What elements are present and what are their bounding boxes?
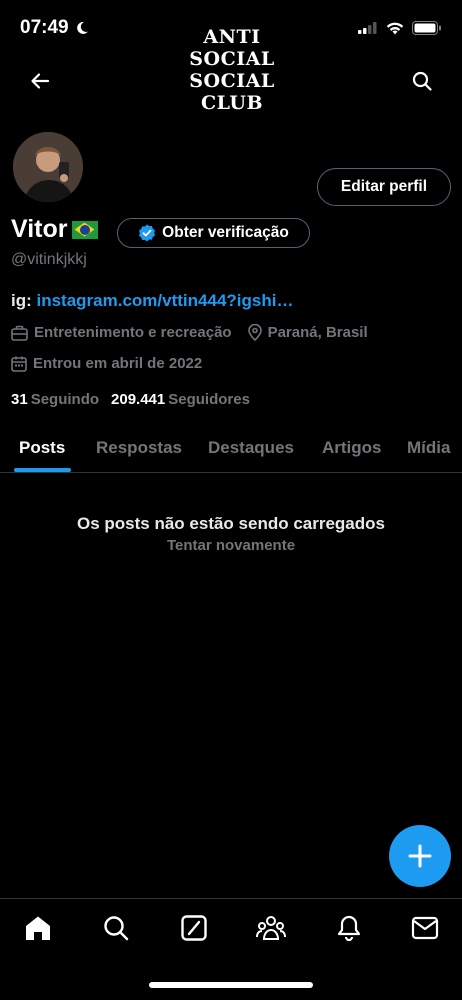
banner-logo-line: SOCIAL [189,70,275,92]
wifi-icon [386,22,404,34]
follow-counts: 31 Seguindo 209.441 Seguidores [11,391,250,408]
tab-highlights[interactable]: Destaques [208,423,294,473]
get-verified-label: Obter verificação [162,224,289,241]
empty-state-title: Os posts não estão sendo carregados [77,514,385,533]
get-verified-button[interactable]: Obter verificação [117,218,310,248]
following-link[interactable]: 31 Seguindo [11,391,99,408]
status-icons [358,21,442,35]
banner-logo-line: SOCIAL [189,48,275,70]
compose-button[interactable] [389,825,451,887]
profile-tabs: Posts Respostas Destaques Artigos Mídia [0,423,462,473]
nav-home[interactable] [23,913,53,943]
status-time-text: 07:49 [20,17,69,38]
followers-link[interactable]: 209.441 Seguidores [111,391,250,408]
location-item: Paraná, Brasil [247,324,368,341]
followers-count: 209.441 [111,391,166,408]
status-time: 07:49 [20,17,89,39]
signal-icon [358,22,377,34]
banner-logo-line: CLUB [200,92,264,114]
tab-posts[interactable]: Posts [19,423,65,473]
home-icon [26,916,50,940]
location-label: Paraná, Brasil [267,324,368,341]
grok-icon [181,915,207,941]
bio: ig: instagram.com/vttin444?igshi… [11,291,293,311]
joined-label: Entrou em abril de 2022 [33,355,203,372]
brazil-flag-icon [71,220,98,239]
category-label: Entretenimento e recreação [34,324,232,341]
banner-logo: ANTI SOCIAL SOCIAL CLUB [186,26,278,114]
user-handle: @vitinkjkkj [11,251,87,268]
messages-icon [411,916,439,940]
search-icon [412,71,432,91]
search-icon [104,916,129,941]
moon-icon [76,21,88,34]
arrow-left-icon [31,73,50,89]
calendar-icon [11,356,27,372]
avatar-photo [13,132,83,202]
search-button[interactable] [402,61,442,101]
edit-profile-button[interactable]: Editar perfil [317,168,451,206]
nav-messages[interactable] [410,913,440,943]
active-tab-indicator [14,468,71,472]
plus-icon [408,844,432,868]
retry-link[interactable]: Tentar novamente [0,537,462,554]
followers-label: Seguidores [168,391,250,408]
briefcase-icon [11,325,28,341]
verified-badge-icon [139,224,156,242]
following-label: Seguindo [30,391,100,408]
display-name: Vitor [11,215,68,243]
tab-articles[interactable]: Artigos [322,423,382,473]
battery-icon [412,21,441,35]
name-row: Vitor [11,215,98,244]
profile-meta-row: Entretenimento e recreação Paraná, Brasi… [11,324,368,341]
notifications-icon [337,915,361,941]
nav-search[interactable] [101,913,131,943]
profile-meta-row: Entrou em abril de 2022 [11,355,202,372]
bio-link[interactable]: instagram.com/vttin444?igshi… [37,291,294,310]
tab-replies[interactable]: Respostas [96,423,182,473]
category-item: Entretenimento e recreação [11,324,232,341]
nav-grok[interactable] [179,913,209,943]
home-indicator[interactable] [149,982,313,988]
nav-notifications[interactable] [334,913,364,943]
avatar[interactable] [11,130,85,204]
nav-communities[interactable] [256,913,286,943]
tab-media[interactable]: Mídia [407,423,450,473]
communities-icon [256,916,286,940]
joined-item: Entrou em abril de 2022 [11,355,202,372]
bio-prefix: ig: [11,291,37,310]
back-button[interactable] [20,61,60,101]
banner-logo-line: ANTI [203,26,261,48]
location-pin-icon [247,324,262,341]
following-count: 31 [11,391,28,408]
